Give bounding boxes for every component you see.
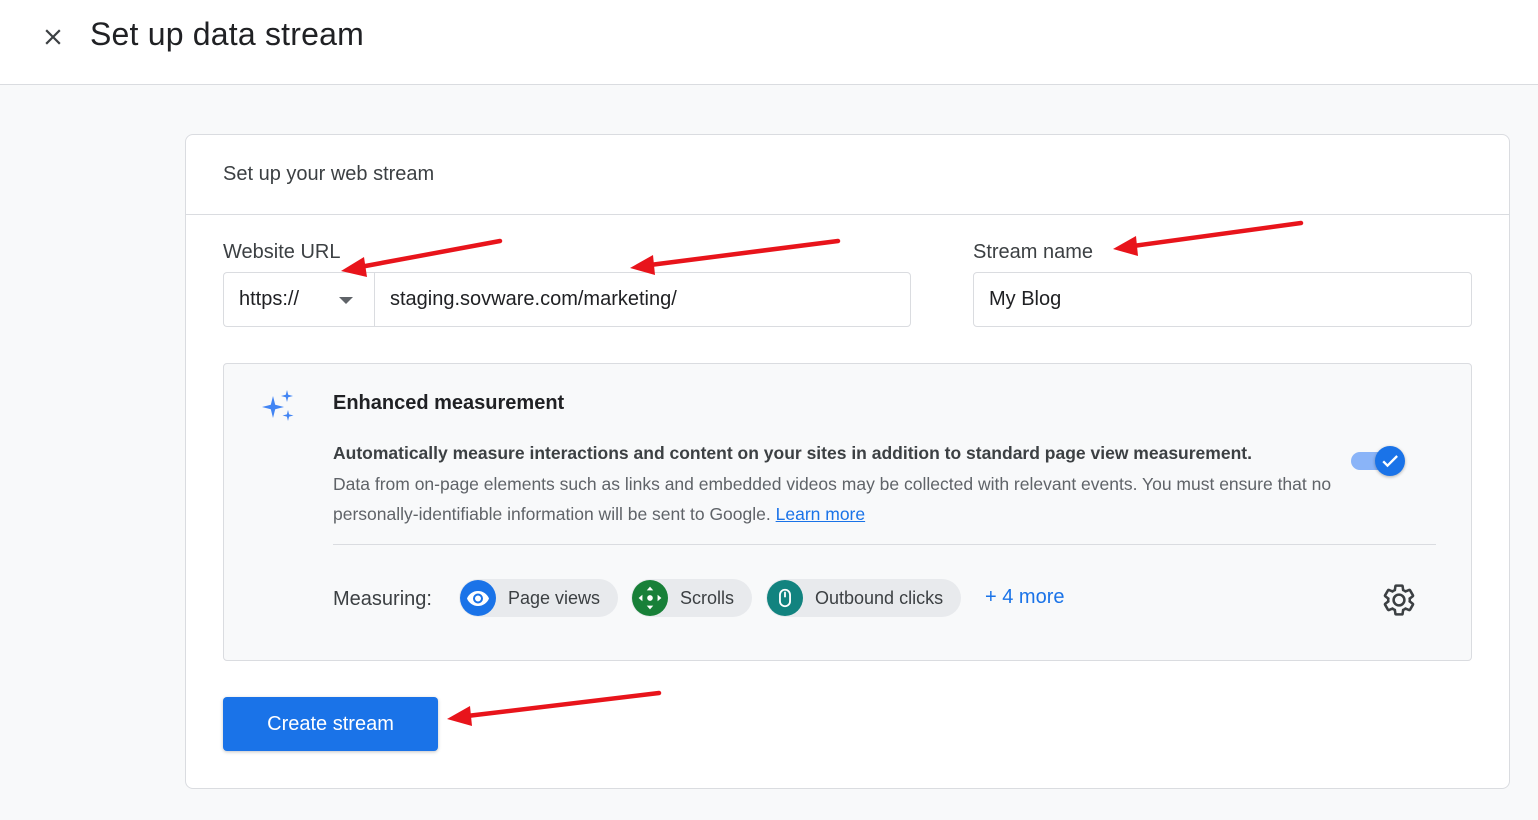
enhanced-measurement-summary: Automatically measure interactions and c… [333, 443, 1252, 463]
card-header: Set up your web stream [186, 135, 1509, 215]
toggle-thumb [1375, 446, 1405, 476]
enhanced-measurement-toggle[interactable] [1351, 445, 1407, 477]
chip-label: Page views [508, 587, 601, 608]
mouse-icon [767, 580, 803, 616]
website-url-input[interactable] [374, 272, 911, 327]
top-bar: Set up data stream [0, 0, 1538, 85]
chip-label: Outbound clicks [815, 587, 944, 608]
page-title: Set up data stream [90, 16, 364, 52]
card-title: Set up your web stream [223, 163, 435, 185]
website-url-label: Website URL [223, 241, 341, 263]
stream-name-label: Stream name [973, 241, 1094, 263]
learn-more-link[interactable]: Learn more [776, 504, 866, 524]
eye-icon [460, 580, 496, 616]
stream-name-input[interactable] [973, 272, 1472, 327]
more-measurements-link[interactable]: + 4 more [985, 586, 1064, 609]
gear-icon[interactable] [1381, 582, 1417, 618]
measuring-label: Measuring: [333, 588, 432, 610]
divider [333, 544, 1436, 545]
enhanced-measurement-panel: Enhanced measurement Automatically measu… [223, 363, 1472, 661]
close-button[interactable] [36, 20, 70, 54]
scroll-arrows-icon [632, 580, 668, 616]
web-stream-card: Set up your web stream Website URL https… [185, 134, 1510, 789]
create-stream-button[interactable]: Create stream [223, 697, 438, 751]
checkmark-icon [1382, 455, 1398, 468]
protocol-select[interactable]: https:// [223, 272, 375, 327]
chip-page-views[interactable]: Page views [459, 579, 619, 617]
protocol-value: https:// [239, 288, 300, 310]
chip-scrolls[interactable]: Scrolls [631, 579, 753, 617]
sparkle-icon [262, 390, 294, 421]
close-icon [45, 29, 61, 45]
chip-label: Scrolls [680, 587, 735, 608]
enhanced-measurement-title: Enhanced measurement [333, 392, 565, 414]
dropdown-caret-icon [339, 297, 353, 304]
chip-outbound-clicks[interactable]: Outbound clicks [766, 579, 962, 617]
enhanced-measurement-description: Data from on-page elements such as links… [333, 469, 1353, 529]
